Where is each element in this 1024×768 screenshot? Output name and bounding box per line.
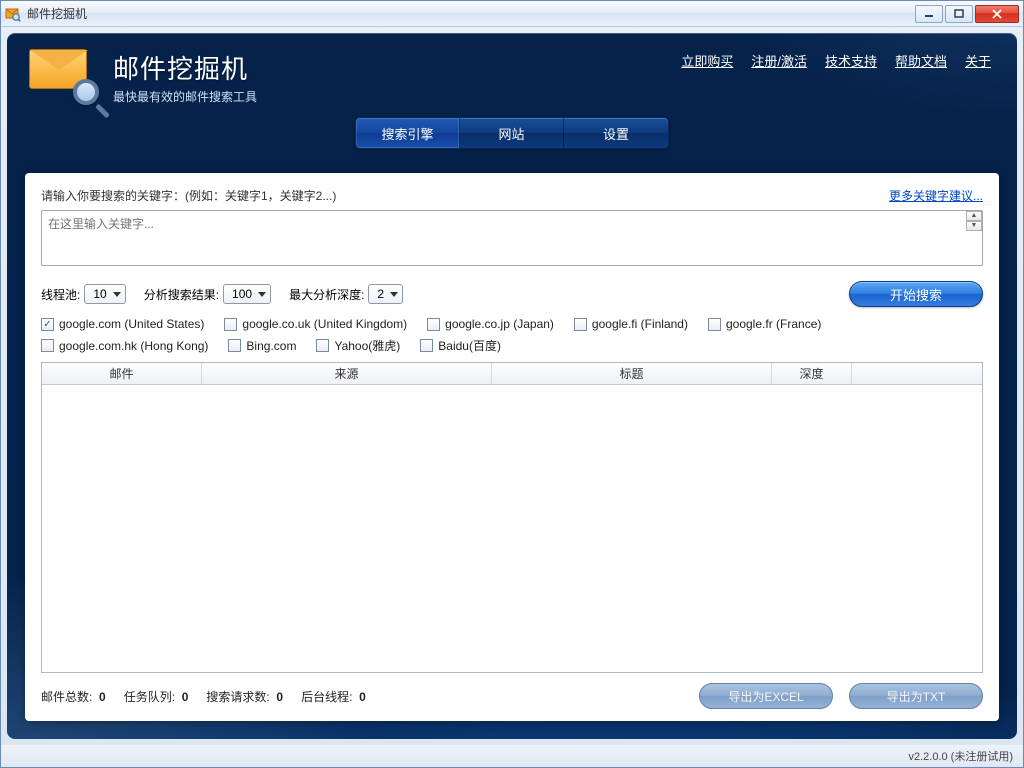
chevron-down-icon xyxy=(258,292,266,297)
brand-logo xyxy=(29,49,101,105)
total-emails-value: 0 xyxy=(99,690,106,704)
engine-label: google.fi (Finland) xyxy=(592,317,688,331)
tab-website[interactable]: 网站 xyxy=(460,118,564,148)
thread-pool-value: 10 xyxy=(93,287,106,301)
checkbox-icon[interactable] xyxy=(228,339,241,352)
checkbox-icon[interactable] xyxy=(420,339,433,352)
col-depth[interactable]: 深度 xyxy=(772,363,852,384)
checkbox-icon[interactable] xyxy=(427,318,440,331)
status-row: 邮件总数: 0 任务队列: 0 搜索请求数: 0 后台线程: 0 导出为EXCE… xyxy=(41,683,983,709)
keyword-spin-up[interactable]: ▲ xyxy=(966,211,982,221)
keyword-prompt: 请输入你要搜索的关键字：(例如：关键字1，关键字2...) xyxy=(41,187,336,204)
thread-pool-select[interactable]: 10 xyxy=(84,284,125,304)
engine-label: google.fr (France) xyxy=(726,317,821,331)
engine-option[interactable]: google.fi (Finland) xyxy=(574,317,688,331)
engine-option[interactable]: google.fr (France) xyxy=(708,317,821,331)
col-source[interactable]: 来源 xyxy=(202,363,492,384)
analyze-results-label: 分析搜索结果: xyxy=(144,286,219,303)
close-button[interactable] xyxy=(975,5,1019,23)
magnifier-icon xyxy=(73,79,107,113)
minimize-button[interactable] xyxy=(915,5,943,23)
keyword-input[interactable] xyxy=(41,210,983,266)
engine-label: Bing.com xyxy=(246,339,296,353)
checkbox-icon[interactable] xyxy=(41,339,54,352)
chevron-down-icon xyxy=(113,292,121,297)
maximize-button[interactable] xyxy=(945,5,973,23)
engine-label: google.co.jp (Japan) xyxy=(445,317,554,331)
thread-pool-label: 线程池: xyxy=(41,286,80,303)
engine-label: google.com.hk (Hong Kong) xyxy=(59,339,208,353)
tab-settings[interactable]: 设置 xyxy=(564,118,668,148)
docs-link[interactable]: 帮助文档 xyxy=(895,51,947,70)
start-search-button[interactable]: 开始搜索 xyxy=(849,281,983,307)
checkbox-icon[interactable] xyxy=(224,318,237,331)
checkbox-icon[interactable] xyxy=(41,318,54,331)
register-link[interactable]: 注册/激活 xyxy=(751,51,807,70)
max-depth-value: 2 xyxy=(377,287,384,301)
brand-row: 邮件挖掘机 最快最有效的邮件搜索工具 xyxy=(7,33,1017,109)
window-title: 邮件挖掘机 xyxy=(27,5,87,22)
engine-option[interactable]: google.co.uk (United Kingdom) xyxy=(224,317,407,331)
max-depth-label: 最大分析深度: xyxy=(289,286,364,303)
content-panel: 请输入你要搜索的关键字：(例如：关键字1，关键字2...) 更多关键字建议...… xyxy=(25,173,999,721)
titlebar: 邮件挖掘机 xyxy=(1,1,1023,27)
version-label: v2.2.0.0 (未注册试用) xyxy=(908,748,1013,764)
total-emails-label: 邮件总数: xyxy=(41,690,92,704)
requests-value: 0 xyxy=(276,690,283,704)
engine-label: google.co.uk (United Kingdom) xyxy=(242,317,407,331)
app-title: 邮件挖掘机 xyxy=(113,49,257,86)
about-link[interactable]: 关于 xyxy=(965,51,991,70)
engine-option[interactable]: google.com (United States) xyxy=(41,317,204,331)
tab-search-engine[interactable]: 搜索引擎 xyxy=(356,118,460,148)
engine-option[interactable]: google.com.hk (Hong Kong) xyxy=(41,337,208,354)
app-window: 邮件挖掘机 邮件挖掘机 最快最有效的邮件搜索工具 xyxy=(0,0,1024,768)
bg-threads-value: 0 xyxy=(359,690,366,704)
more-keywords-link[interactable]: 更多关键字建议... xyxy=(889,187,983,204)
bg-threads-label: 后台线程: xyxy=(301,690,352,704)
results-table: 邮件 来源 标题 深度 xyxy=(41,362,983,673)
engine-option[interactable]: google.co.jp (Japan) xyxy=(427,317,554,331)
main-area: 邮件挖掘机 最快最有效的邮件搜索工具 立即购买 注册/激活 技术支持 帮助文档 … xyxy=(7,33,1017,739)
footer-bar: v2.2.0.0 (未注册试用) xyxy=(1,745,1023,767)
checkbox-icon[interactable] xyxy=(316,339,329,352)
support-link[interactable]: 技术支持 xyxy=(825,51,877,70)
table-header: 邮件 来源 标题 深度 xyxy=(42,363,982,385)
col-title[interactable]: 标题 xyxy=(492,363,772,384)
queue-value: 0 xyxy=(182,690,189,704)
requests-label: 搜索请求数: xyxy=(206,690,269,704)
buy-now-link[interactable]: 立即购买 xyxy=(681,51,733,70)
export-txt-button[interactable]: 导出为TXT xyxy=(849,683,983,709)
col-extra[interactable] xyxy=(852,363,982,384)
analyze-results-value: 100 xyxy=(232,287,252,301)
engine-label: google.com (United States) xyxy=(59,317,204,331)
checkbox-icon[interactable] xyxy=(574,318,587,331)
app-subtitle: 最快最有效的邮件搜索工具 xyxy=(113,88,257,105)
engines-group: google.com (United States) google.co.uk (… xyxy=(41,317,983,354)
chevron-down-icon xyxy=(390,292,398,297)
engine-label: Yahoo(雅虎) xyxy=(334,337,400,354)
app-icon xyxy=(5,6,21,22)
engine-option[interactable]: Yahoo(雅虎) xyxy=(316,337,400,354)
engine-label: Baidu(百度) xyxy=(438,337,501,354)
engine-option[interactable]: Baidu(百度) xyxy=(420,337,501,354)
keyword-spin-down[interactable]: ▼ xyxy=(966,221,982,231)
tabs-row: 搜索引擎 网站 设置 xyxy=(7,117,1017,149)
analyze-results-select[interactable]: 100 xyxy=(223,284,271,304)
engine-option[interactable]: Bing.com xyxy=(228,337,296,354)
queue-label: 任务队列: xyxy=(124,690,175,704)
export-excel-button[interactable]: 导出为EXCEL xyxy=(699,683,833,709)
max-depth-select[interactable]: 2 xyxy=(368,284,403,304)
col-email[interactable]: 邮件 xyxy=(42,363,202,384)
checkbox-icon[interactable] xyxy=(708,318,721,331)
header-links: 立即购买 注册/激活 技术支持 帮助文档 关于 xyxy=(681,51,991,70)
table-body[interactable] xyxy=(42,385,982,672)
